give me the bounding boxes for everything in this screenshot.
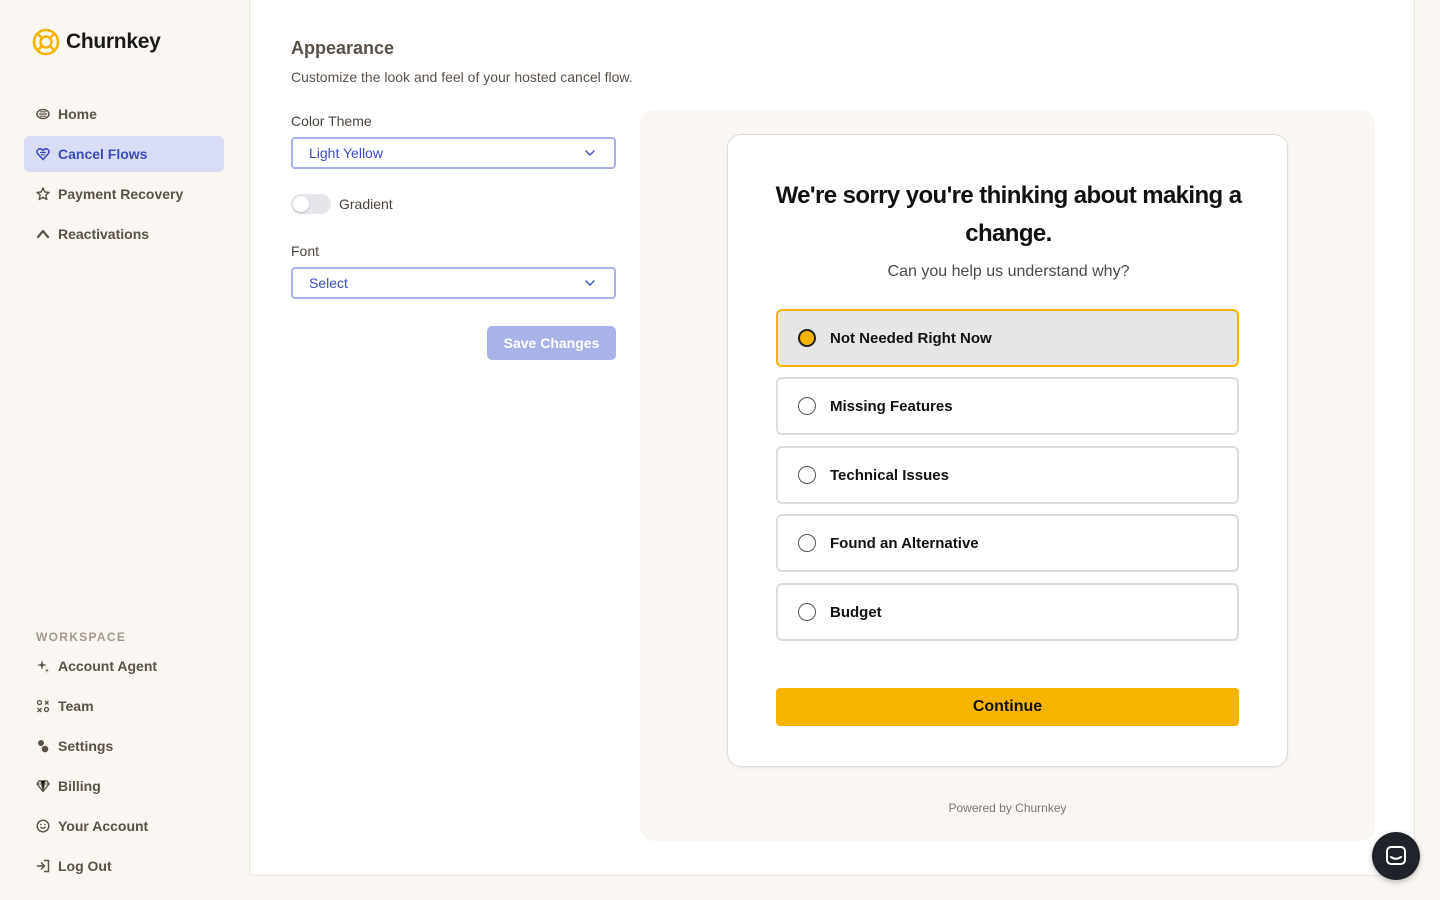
reason-option[interactable]: Found an Alternative xyxy=(776,514,1239,572)
sidebar-item-label: Log Out xyxy=(58,858,112,874)
sidebar-item-label: Home xyxy=(58,106,97,122)
workspace-section-label: WORKSPACE xyxy=(36,630,127,644)
reason-option[interactable]: Missing Features xyxy=(776,377,1239,435)
continue-button[interactable]: Continue xyxy=(776,688,1239,726)
sidebar-item-label: Team xyxy=(58,698,94,714)
gradient-toggle-row: Gradient xyxy=(291,194,393,214)
sidebar-item-account-agent[interactable]: Account Agent xyxy=(24,648,224,684)
sidebar-item-reactivations[interactable]: Reactivations xyxy=(24,216,224,252)
home-icon xyxy=(36,108,50,120)
font-select[interactable]: Select xyxy=(291,267,616,299)
font-label: Font xyxy=(291,243,320,259)
color-theme-label: Color Theme xyxy=(291,113,372,129)
arrow-up-icon xyxy=(36,229,50,239)
save-changes-button[interactable]: Save Changes xyxy=(487,326,616,360)
chat-launcher-button[interactable] xyxy=(1372,832,1420,880)
reason-label: Found an Alternative xyxy=(830,534,979,552)
radio-button[interactable] xyxy=(798,603,816,621)
sparkle-icon xyxy=(37,660,49,673)
heart-icon xyxy=(36,148,50,161)
app-name: Churnkey xyxy=(66,30,161,53)
sidebar-item-your-account[interactable]: Your Account xyxy=(24,808,224,844)
page-subtitle: Customize the look and feel of your host… xyxy=(291,69,633,85)
reason-label: Not Needed Right Now xyxy=(830,329,992,347)
sidebar-item-label: Reactivations xyxy=(58,226,150,242)
star-badge-icon xyxy=(36,187,50,201)
preview-modal: We're sorry you're thinking about making… xyxy=(727,134,1288,767)
chevron-down-icon xyxy=(585,280,595,286)
sidebar-item-billing[interactable]: Billing xyxy=(24,768,224,804)
sidebar-item-label: Your Account xyxy=(58,818,149,834)
sidebar-item-label: Billing xyxy=(58,778,101,794)
reason-option[interactable]: Technical Issues xyxy=(776,446,1239,504)
sidebar-item-home[interactable]: Home xyxy=(24,96,224,132)
diamond-icon xyxy=(36,780,50,793)
sidebar-item-team[interactable]: Team xyxy=(24,688,224,724)
logout-icon xyxy=(36,859,50,873)
sidebar-item-label: Settings xyxy=(58,738,114,754)
color-theme-select[interactable]: Light Yellow xyxy=(291,137,616,169)
team-icon xyxy=(36,699,50,713)
smile-icon xyxy=(36,819,50,833)
churnkey-logo-icon xyxy=(32,28,60,56)
main-panel: Appearance Customize the look and feel o… xyxy=(249,0,1415,876)
chat-icon xyxy=(1386,846,1406,865)
sidebar: Churnkey Home Cancel Flows Payment Recov… xyxy=(0,0,248,900)
color-theme-value: Light Yellow xyxy=(309,145,383,161)
sidebar-item-label: Cancel Flows xyxy=(58,146,148,162)
radio-button[interactable] xyxy=(798,329,816,347)
reason-option[interactable]: Budget xyxy=(776,583,1239,641)
settings-icon xyxy=(38,740,49,753)
sidebar-item-payment-recovery[interactable]: Payment Recovery xyxy=(24,176,224,212)
toggle-knob xyxy=(293,196,309,212)
reason-label: Missing Features xyxy=(830,397,953,415)
chevron-down-icon xyxy=(585,150,595,156)
workspace-nav: Account Agent Team Settings Billing Your… xyxy=(24,648,224,888)
preview-heading: We're sorry you're thinking about making… xyxy=(775,182,1242,247)
preview-subheading: Can you help us understand why? xyxy=(887,263,1130,280)
logo[interactable]: Churnkey xyxy=(32,28,161,56)
cancel-flow-preview: We're sorry you're thinking about making… xyxy=(640,110,1375,841)
radio-button[interactable] xyxy=(798,534,816,552)
sidebar-item-label: Account Agent xyxy=(58,658,158,674)
primary-nav: Home Cancel Flows Payment Recovery React… xyxy=(24,96,224,256)
powered-by-text: Powered by Churnkey xyxy=(948,801,1067,815)
gradient-toggle[interactable] xyxy=(291,194,331,214)
gradient-label: Gradient xyxy=(339,196,393,212)
radio-button[interactable] xyxy=(798,397,816,415)
reason-label: Budget xyxy=(830,603,882,621)
font-value: Select xyxy=(309,275,348,291)
sidebar-item-label: Payment Recovery xyxy=(58,186,184,202)
reason-label: Technical Issues xyxy=(830,466,949,484)
radio-button[interactable] xyxy=(798,466,816,484)
sidebar-item-cancel-flows[interactable]: Cancel Flows xyxy=(24,136,224,172)
reason-option[interactable]: Not Needed Right Now xyxy=(776,309,1239,367)
page-title: Appearance xyxy=(291,38,395,58)
sidebar-item-settings[interactable]: Settings xyxy=(24,728,224,764)
sidebar-item-log-out[interactable]: Log Out xyxy=(24,848,224,884)
